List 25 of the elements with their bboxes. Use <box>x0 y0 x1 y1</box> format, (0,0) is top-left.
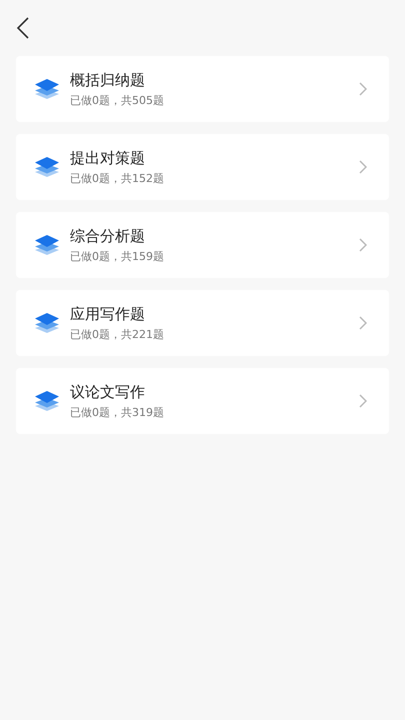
category-card[interactable]: 概括归纳题 已做0题，共505题 <box>16 56 389 122</box>
category-title: 概括归纳题 <box>70 70 146 90</box>
progress-text: 已做0题，共159题 <box>70 250 165 264</box>
chevron-right-icon <box>359 238 367 252</box>
category-title: 应用写作题 <box>70 304 146 324</box>
layers-icon <box>34 234 60 256</box>
category-title: 提出对策题 <box>70 148 146 168</box>
layers-icon <box>34 390 60 412</box>
layers-icon <box>34 312 60 334</box>
category-card[interactable]: 议论文写作 已做0题，共319题 <box>16 368 389 434</box>
layers-icon <box>34 78 60 100</box>
category-card[interactable]: 提出对策题 已做0题，共152题 <box>16 134 389 200</box>
progress-text: 已做0题，共221题 <box>70 328 165 342</box>
chevron-right-icon <box>359 394 367 408</box>
chevron-right-icon <box>359 160 367 174</box>
category-title: 议论文写作 <box>70 382 146 402</box>
category-card[interactable]: 应用写作题 已做0题，共221题 <box>16 290 389 356</box>
category-card[interactable]: 综合分析题 已做0题，共159题 <box>16 212 389 278</box>
progress-text: 已做0题，共319题 <box>70 406 165 420</box>
progress-text: 已做0题，共505题 <box>70 94 165 108</box>
category-title: 综合分析题 <box>70 226 146 246</box>
chevron-right-icon <box>359 316 367 330</box>
layers-icon <box>34 156 60 178</box>
progress-text: 已做0题，共152题 <box>70 172 165 186</box>
chevron-right-icon <box>359 82 367 96</box>
